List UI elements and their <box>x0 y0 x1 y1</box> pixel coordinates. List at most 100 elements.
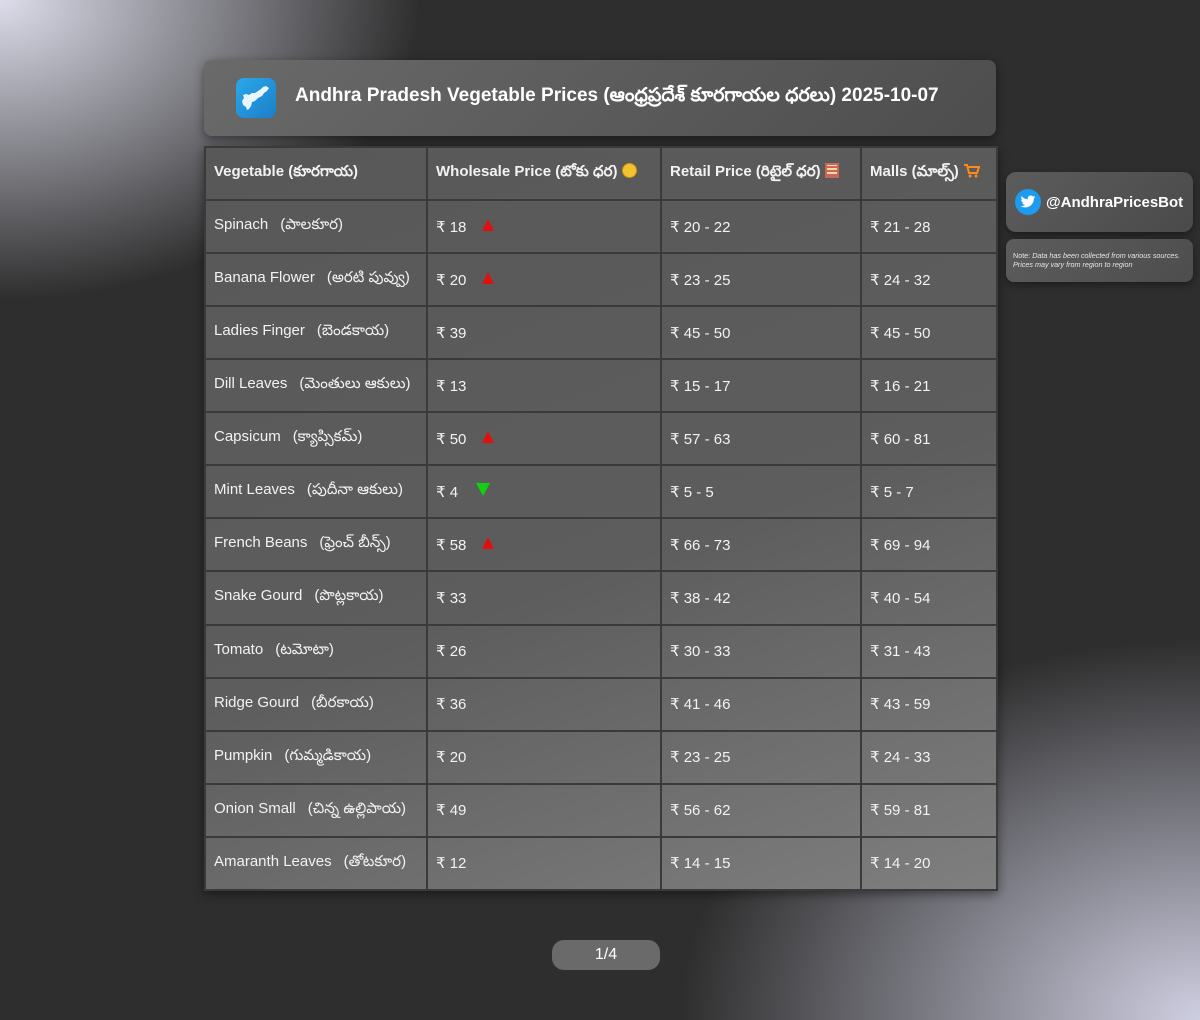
retail-price-cell: ₹ 66 - 73 <box>660 517 862 573</box>
malls-price: ₹ 14 - 20 <box>870 855 931 873</box>
retail-price-cell: ₹ 41 - 46 <box>660 676 862 732</box>
retail-price-cell: ₹ 20 - 22 <box>660 198 862 255</box>
wholesale-price-cell: ₹ 4 <box>426 464 662 520</box>
table-row: Onion Small (చిన్న ఉల్లిపాయ) ₹ 49 ₹ 56 - 62… <box>204 782 998 838</box>
vegetable-name: Dill Leaves <box>214 375 288 393</box>
vegetable-cell: Snake Gourd (పొట్లకాయ) <box>204 570 428 626</box>
malls-price-cell: ₹ 60 - 81 <box>860 411 998 467</box>
malls-price-cell: ₹ 31 - 43 <box>860 623 998 679</box>
twitter-handle-card[interactable]: @AndhraPricesBot <box>1006 172 1193 232</box>
malls-price: ₹ 31 - 43 <box>870 643 931 661</box>
retail-price-cell: ₹ 23 - 25 <box>660 252 862 308</box>
malls-price-cell: ₹ 14 - 20 <box>860 835 998 892</box>
vegetable-name-telugu: (పాలకూర) <box>280 216 344 234</box>
cart-icon <box>963 163 981 182</box>
malls-price: ₹ 59 - 81 <box>870 802 931 820</box>
retail-price-cell: ₹ 30 - 33 <box>660 623 862 679</box>
malls-price: ₹ 60 - 81 <box>870 430 931 448</box>
wholesale-price-cell: ₹ 36 <box>426 676 662 732</box>
wholesale-price: ₹ 36 <box>436 696 467 714</box>
wholesale-price: ₹ 4 <box>436 483 459 501</box>
twitter-bird-icon <box>1015 189 1041 215</box>
table-row: Spinach (పాలకూర) ₹ 18 ₹ 20 - 22 ₹ 21 - 28 <box>204 198 998 255</box>
vegetable-cell: Capsicum (క్యాప్సికమ్) <box>204 411 428 467</box>
malls-price: ₹ 40 - 54 <box>870 589 931 607</box>
vegetable-name: French Beans <box>214 534 308 552</box>
retail-price: ₹ 30 - 33 <box>670 643 731 661</box>
building-icon <box>824 163 839 178</box>
vegetable-name-telugu: (బీరకాయ) <box>311 693 374 711</box>
wholesale-price-cell: ₹ 50 <box>426 411 662 467</box>
malls-price: ₹ 45 - 50 <box>870 324 931 342</box>
table-header-row: Vegetable (కూరగాయ) Wholesale Price (టోకు… <box>204 146 998 201</box>
page-title: Andhra Pradesh Vegetable Prices (ఆంధ్రప్… <box>295 85 939 106</box>
table-row: Dill Leaves (మెంతులు ఆకులు) ₹ 13 ₹ 15 - 17 ₹… <box>204 358 998 414</box>
malls-price: ₹ 24 - 33 <box>870 749 931 767</box>
retail-price: ₹ 66 - 73 <box>670 536 731 554</box>
trend-up-icon <box>482 218 495 231</box>
price-table: Vegetable (కూరగాయ) Wholesale Price (టోకు… <box>204 146 998 892</box>
vegetable-name: Ladies Finger <box>214 322 305 340</box>
malls-price: ₹ 69 - 94 <box>870 536 931 554</box>
malls-price-cell: ₹ 69 - 94 <box>860 517 998 573</box>
coin-icon <box>621 163 637 178</box>
column-header-malls: Malls (మాల్స్) <box>860 146 998 201</box>
vegetable-name: Onion Small <box>214 799 296 817</box>
retail-price: ₹ 41 - 46 <box>670 696 731 714</box>
malls-price-cell: ₹ 16 - 21 <box>860 358 998 414</box>
malls-price: ₹ 16 - 21 <box>870 377 931 395</box>
vegetable-name-telugu: (పుదీనా ఆకులు) <box>306 481 403 499</box>
vegetable-name: Spinach <box>214 216 269 234</box>
trend-up-icon <box>482 430 495 443</box>
vegetable-name: Banana Flower <box>214 269 315 287</box>
table-row: Snake Gourd (పొట్లకాయ) ₹ 33 ₹ 38 - 42 ₹ 40 -… <box>204 570 998 626</box>
retail-price-cell: ₹ 14 - 15 <box>660 835 862 892</box>
retail-price: ₹ 5 - 5 <box>670 483 714 501</box>
table-row: Amaranth Leaves (తోటకూర) ₹ 12 ₹ 14 - 15 ₹ 14… <box>204 835 998 892</box>
malls-price-cell: ₹ 24 - 32 <box>860 252 998 308</box>
wholesale-price: ₹ 12 <box>436 855 467 873</box>
wholesale-price: ₹ 26 <box>436 643 467 661</box>
table-row: Banana Flower (అరటి పువ్వు) ₹ 20 ₹ 23 - 25 ₹… <box>204 252 998 308</box>
retail-price-cell: ₹ 45 - 50 <box>660 305 862 361</box>
retail-price: ₹ 14 - 15 <box>670 855 731 873</box>
wholesale-price: ₹ 13 <box>436 377 467 395</box>
vegetable-name: Amaranth Leaves <box>214 852 332 870</box>
malls-price-cell: ₹ 40 - 54 <box>860 570 998 626</box>
page-indicator[interactable]: 1/4 <box>552 940 660 970</box>
andhra-map-icon <box>236 78 276 118</box>
table-row: Tomato (టమోటా) ₹ 26 ₹ 30 - 33 ₹ 31 - 43 <box>204 623 998 679</box>
vegetable-cell: Onion Small (చిన్న ఉల్లిపాయ) <box>204 782 428 838</box>
retail-price: ₹ 56 - 62 <box>670 802 731 820</box>
vegetable-name-telugu: (టమోటా) <box>275 640 334 658</box>
retail-price: ₹ 45 - 50 <box>670 324 731 342</box>
table-row: Mint Leaves (పుదీనా ఆకులు) ₹ 4 ₹ 5 - 5 ₹ 5 -… <box>204 464 998 520</box>
title-card: Andhra Pradesh Vegetable Prices (ఆంధ్రప్… <box>204 60 996 136</box>
vegetable-name-telugu: (అరటి పువ్వు) <box>326 269 410 287</box>
malls-price-cell: ₹ 5 - 7 <box>860 464 998 520</box>
wholesale-price: ₹ 49 <box>436 802 467 820</box>
vegetable-name-telugu: (తోటకూర) <box>343 852 407 870</box>
wholesale-price: ₹ 33 <box>436 589 467 607</box>
column-header-vegetable: Vegetable (కూరగాయ) <box>204 146 428 201</box>
note-label: Note: <box>1013 251 1031 260</box>
malls-price: ₹ 24 - 32 <box>870 271 931 289</box>
malls-price-cell: ₹ 24 - 33 <box>860 729 998 785</box>
vegetable-cell: Spinach (పాలకూర) <box>204 198 428 255</box>
table-row: Ridge Gourd (బీరకాయ) ₹ 36 ₹ 41 - 46 ₹ 43 - 5… <box>204 676 998 732</box>
vegetable-cell: Banana Flower (అరటి పువ్వు) <box>204 252 428 308</box>
wholesale-price-cell: ₹ 12 <box>426 835 662 892</box>
trend-up-icon <box>482 536 495 549</box>
vegetable-name-telugu: (చిన్న ఉల్లిపాయ) <box>307 799 407 817</box>
malls-price: ₹ 43 - 59 <box>870 696 931 714</box>
twitter-handle-text: @AndhraPricesBot <box>1046 193 1184 211</box>
vegetable-cell: French Beans (ఫ్రెంచ్ బీన్స్) <box>204 517 428 573</box>
wholesale-price: ₹ 18 <box>436 218 467 236</box>
vegetable-name: Tomato <box>214 640 264 658</box>
vegetable-cell: Ridge Gourd (బీరకాయ) <box>204 676 428 732</box>
wholesale-price-cell: ₹ 13 <box>426 358 662 414</box>
vegetable-name: Ridge Gourd <box>214 693 300 711</box>
retail-price-cell: ₹ 15 - 17 <box>660 358 862 414</box>
wholesale-price-cell: ₹ 18 <box>426 198 662 255</box>
vegetable-name: Capsicum <box>214 428 281 446</box>
